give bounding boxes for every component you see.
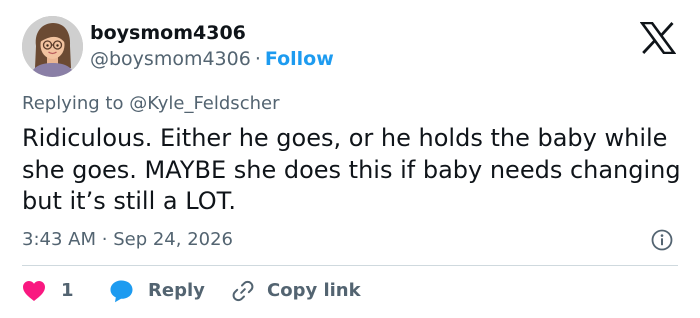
author-display-name[interactable]: boysmom4306	[90, 21, 246, 45]
x-logo-icon[interactable]	[639, 21, 677, 55]
action-divider	[22, 265, 678, 266]
handle-separator: ·	[254, 48, 261, 70]
reply-context-prefix: Replying to	[22, 93, 124, 114]
reply-label: Reply	[148, 280, 205, 301]
copy-link-button[interactable]: Copy link	[231, 278, 361, 304]
like-count: 1	[61, 280, 74, 301]
reply-button[interactable]: Reply	[109, 278, 205, 304]
tweet-text: Ridiculous. Either he goes, or he holds …	[22, 124, 681, 215]
info-icon[interactable]	[651, 229, 673, 251]
author-handle[interactable]: @boysmom4306	[90, 48, 251, 70]
link-icon	[232, 280, 254, 302]
timestamp-separator: ·	[101, 229, 108, 250]
memoji-avatar-icon	[22, 16, 83, 77]
tweet-date: Sep 24, 2026	[113, 229, 234, 250]
tweet-time: 3:43 AM	[22, 229, 96, 250]
reply-bubble-icon	[110, 280, 133, 303]
reply-context: Replying to @Kyle_Feldscher	[22, 93, 279, 115]
follow-button[interactable]: Follow	[265, 48, 334, 70]
author-handle-row: @boysmom4306 · Follow	[90, 47, 334, 71]
heart-icon	[23, 281, 45, 301]
copy-link-label: Copy link	[267, 280, 361, 301]
reply-mention-link[interactable]: @Kyle_Feldscher	[129, 93, 279, 114]
like-button[interactable]: 1	[22, 278, 74, 304]
author-avatar[interactable]	[22, 16, 83, 77]
tweet-timestamp[interactable]: 3:43 AM · Sep 24, 2026	[22, 229, 233, 251]
tweet-card: boysmom4306 @boysmom4306 · Follow Replying…	[0, 0, 700, 318]
